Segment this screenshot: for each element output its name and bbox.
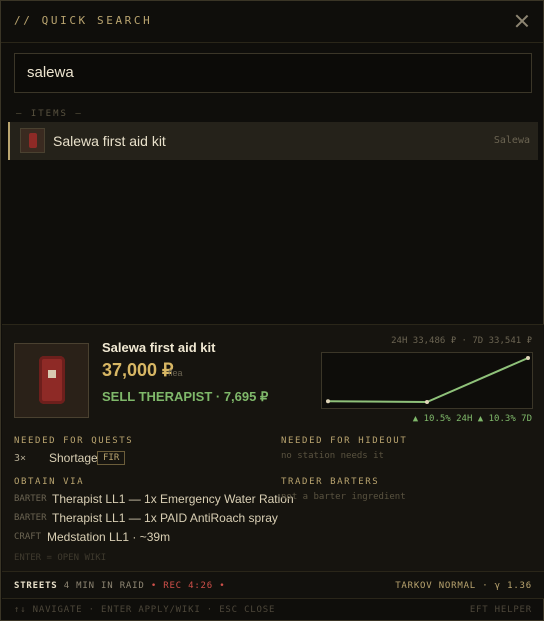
hideout-heading: NEEDED FOR HIDEOUT [281,436,408,446]
obtain-entry: Therapist LL1 — 1x PAID AntiRoach spray [52,511,278,525]
fir-badge: FIR [97,451,126,465]
price-point [425,400,429,404]
detail-item-name: Salewa first aid kit [102,340,216,355]
rec-indicator: REC 4:26 [163,581,213,591]
price-point [526,356,530,360]
search-input[interactable]: salewa [14,53,532,93]
hideout-text: no station needs it [281,451,384,461]
price-trend-line [327,357,529,404]
rec-dot-icon: • [219,581,226,591]
price-trend-header: 24H 33,486 ₽ · 7D 33,541 ₽ [391,336,532,346]
raid-status: STREETS 4 MIN IN RAID • REC 4:26 • [14,581,225,591]
quests-heading: NEEDED FOR QUESTS [14,436,134,446]
barters-heading: TRADER BARTERS [281,477,380,487]
obtain-kind: BARTER [14,513,47,523]
price-trend-chart [321,352,533,409]
items-section-label: – ITEMS – [16,109,83,119]
footer: ↑↓ NAVIGATE · ENTER APPLY/WIKI · ESC CLO… [2,599,544,621]
map-name: STREETS [14,581,58,591]
rec-dot-icon: • [150,581,158,591]
sell-therapist-price: SELL THERAPIST · 7,695 ₽ [102,389,269,404]
obtain-entry: Medstation LL1 · ~39m [47,530,171,544]
quick-search-window: // QUICK SEARCH salewa – ITEMS – Salewa … [0,0,544,621]
item-thumbnail [20,128,45,153]
result-item-name: Salewa first aid kit [53,133,166,149]
item-image [14,343,89,418]
app-name: EFT HELPER [469,605,532,615]
price-trend-change: ▲ 10.5% 24H ▲ 10.3% 7D [412,414,532,424]
close-icon[interactable] [515,14,529,28]
flea-price: 37,000 ₽ [102,360,174,380]
result-item[interactable]: Salewa first aid kit Salewa [8,122,538,160]
result-item-source: Salewa [493,135,530,146]
obtain-kind: BARTER [14,494,47,504]
wiki-hint: ENTER = OPEN WIKI [14,553,107,563]
status-bar: STREETS 4 MIN IN RAID • REC 4:26 • TARKO… [2,571,544,599]
barters-text: not a barter ingredient [281,492,406,502]
game-mode: TARKOV NORMAL · γ 1.36 [395,581,532,591]
quest-count: 3× [14,453,27,464]
obtain-heading: OBTAIN VIA [14,477,85,487]
keyboard-hints: ↑↓ NAVIGATE · ENTER APPLY/WIKI · ESC CLO… [14,605,276,615]
quest-name: Shortage [49,451,98,465]
window-title: // QUICK SEARCH [14,14,153,27]
obtain-kind: CRAFT [14,532,42,542]
header: // QUICK SEARCH [1,1,543,43]
price-source: flea [168,368,183,378]
raid-time: 4 MIN IN RAID [63,581,145,591]
item-detail-panel: Salewa first aid kit 37,000 ₽ flea SELL … [2,324,544,571]
obtain-entry: Therapist LL1 — 1x Emergency Water Ratio… [52,492,294,506]
price-point [326,399,330,404]
